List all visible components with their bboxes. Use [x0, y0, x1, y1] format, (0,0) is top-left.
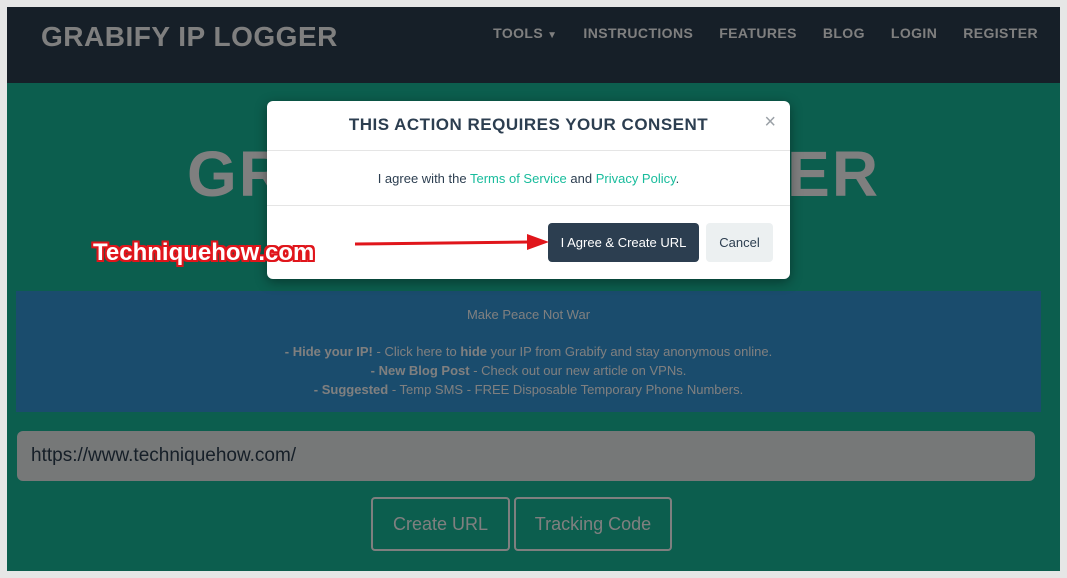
- close-icon[interactable]: ×: [764, 111, 776, 134]
- cancel-button[interactable]: Cancel: [706, 223, 773, 262]
- modal-backdrop[interactable]: [7, 7, 1060, 571]
- agree-create-url-button[interactable]: I Agree & Create URL: [548, 223, 699, 262]
- privacy-policy-link[interactable]: Privacy Policy: [596, 171, 676, 186]
- red-arrow-icon: [354, 234, 549, 250]
- modal-body: I agree with the Terms of Service and Pr…: [267, 151, 790, 206]
- watermark-text: Techniquehow.com: [93, 239, 315, 266]
- browser-viewport: GRABIFY IP LOGGER TOOLS▼ INSTRUCTIONS FE…: [7, 7, 1060, 571]
- modal-title: THIS ACTION REQUIRES YOUR CONSENT: [348, 115, 709, 134]
- terms-of-service-link[interactable]: Terms of Service: [470, 171, 567, 186]
- modal-header: THIS ACTION REQUIRES YOUR CONSENT ×: [267, 101, 790, 151]
